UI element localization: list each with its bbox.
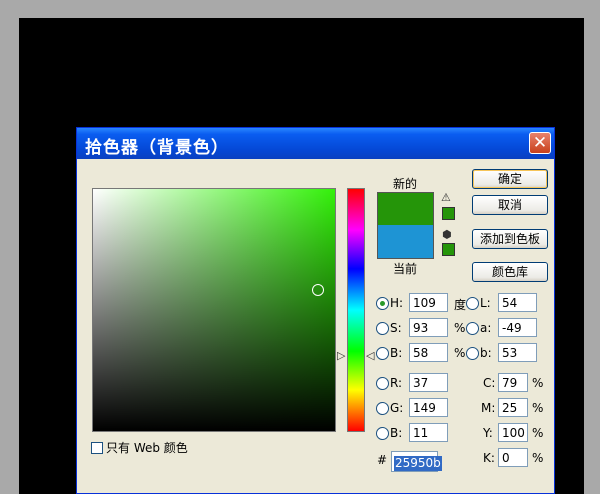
- s-unit: %: [454, 321, 466, 335]
- b-hsb-input[interactable]: 58: [409, 343, 448, 362]
- hex-input[interactable]: 25950b: [391, 451, 442, 472]
- a-radio[interactable]: [466, 322, 479, 335]
- current-color-swatch[interactable]: [377, 225, 434, 259]
- s-label: S:: [390, 321, 402, 335]
- y-unit: %: [532, 426, 544, 440]
- y-input[interactable]: 100: [498, 423, 528, 442]
- h-unit: 度: [454, 298, 467, 312]
- b-rgb-radio[interactable]: [376, 427, 389, 440]
- dialog-title: 拾色器（背景色）: [85, 138, 229, 158]
- hue-slider-left-arrow-icon[interactable]: ▷: [337, 350, 345, 361]
- b-lab-label: b:: [480, 346, 492, 360]
- h-radio[interactable]: [376, 297, 389, 310]
- cube-icon[interactable]: ⬢: [442, 228, 452, 241]
- r-label: R:: [390, 376, 403, 390]
- only-web-colors-label: 只有 Web 颜色: [106, 441, 188, 455]
- hue-slider[interactable]: [347, 188, 365, 432]
- title-bar[interactable]: 拾色器（背景色） ✕: [77, 128, 554, 159]
- m-label: M:: [481, 401, 496, 415]
- ok-button[interactable]: 确定: [472, 169, 548, 189]
- y-label: Y:: [483, 426, 493, 440]
- c-input[interactable]: 79: [498, 373, 528, 392]
- gamut-warning-swatch[interactable]: [442, 207, 455, 220]
- color-picker-dialog: 拾色器（背景色） ✕ ▷ ◁ 只有 Web 颜色 新的 当前 ⚠ ⬢ 确定 取消…: [76, 127, 555, 494]
- b-lab-input[interactable]: 53: [498, 343, 537, 362]
- s-input[interactable]: 93: [409, 318, 448, 337]
- k-input[interactable]: 0: [498, 448, 528, 467]
- l-input[interactable]: 54: [498, 293, 537, 312]
- close-button[interactable]: ✕: [529, 132, 551, 154]
- current-color-label: 当前: [393, 262, 418, 276]
- g-input[interactable]: 149: [409, 398, 448, 417]
- r-radio[interactable]: [376, 377, 389, 390]
- warning-triangle-icon[interactable]: ⚠: [441, 191, 451, 204]
- new-color-swatch: [377, 192, 434, 226]
- r-input[interactable]: 37: [409, 373, 448, 392]
- add-to-swatches-button[interactable]: 添加到色板: [472, 229, 548, 249]
- k-unit: %: [532, 451, 544, 465]
- b-rgb-label: B:: [390, 426, 403, 440]
- c-unit: %: [532, 376, 544, 390]
- b-rgb-input[interactable]: 11: [409, 423, 448, 442]
- color-field-cursor[interactable]: [312, 284, 324, 296]
- color-libraries-button[interactable]: 颜色库: [472, 262, 548, 282]
- cancel-button[interactable]: 取消: [472, 195, 548, 215]
- m-input[interactable]: 25: [498, 398, 528, 417]
- b-hsb-radio[interactable]: [376, 347, 389, 360]
- m-unit: %: [532, 401, 544, 415]
- l-radio[interactable]: [466, 297, 479, 310]
- g-label: G:: [390, 401, 404, 415]
- hue-slider-right-arrow-icon[interactable]: ◁: [366, 350, 374, 361]
- hex-value: 25950b: [394, 456, 442, 471]
- new-color-label: 新的: [393, 177, 418, 191]
- only-web-colors-checkbox[interactable]: 只有 Web 颜色: [91, 439, 188, 456]
- checkbox-icon[interactable]: [91, 442, 103, 454]
- h-input[interactable]: 109: [409, 293, 448, 312]
- b-hsb-label: B:: [390, 346, 403, 360]
- hex-label: #: [377, 453, 388, 467]
- web-safe-swatch[interactable]: [442, 243, 455, 256]
- k-label: K:: [483, 451, 495, 465]
- a-input[interactable]: -49: [498, 318, 537, 337]
- s-radio[interactable]: [376, 322, 389, 335]
- a-label: a:: [480, 321, 492, 335]
- l-label: L:: [480, 296, 491, 310]
- color-field[interactable]: [92, 188, 336, 432]
- b-lab-radio[interactable]: [466, 347, 479, 360]
- c-label: C:: [483, 376, 496, 390]
- h-label: H:: [390, 296, 404, 310]
- g-radio[interactable]: [376, 402, 389, 415]
- b-hsb-unit: %: [454, 346, 466, 360]
